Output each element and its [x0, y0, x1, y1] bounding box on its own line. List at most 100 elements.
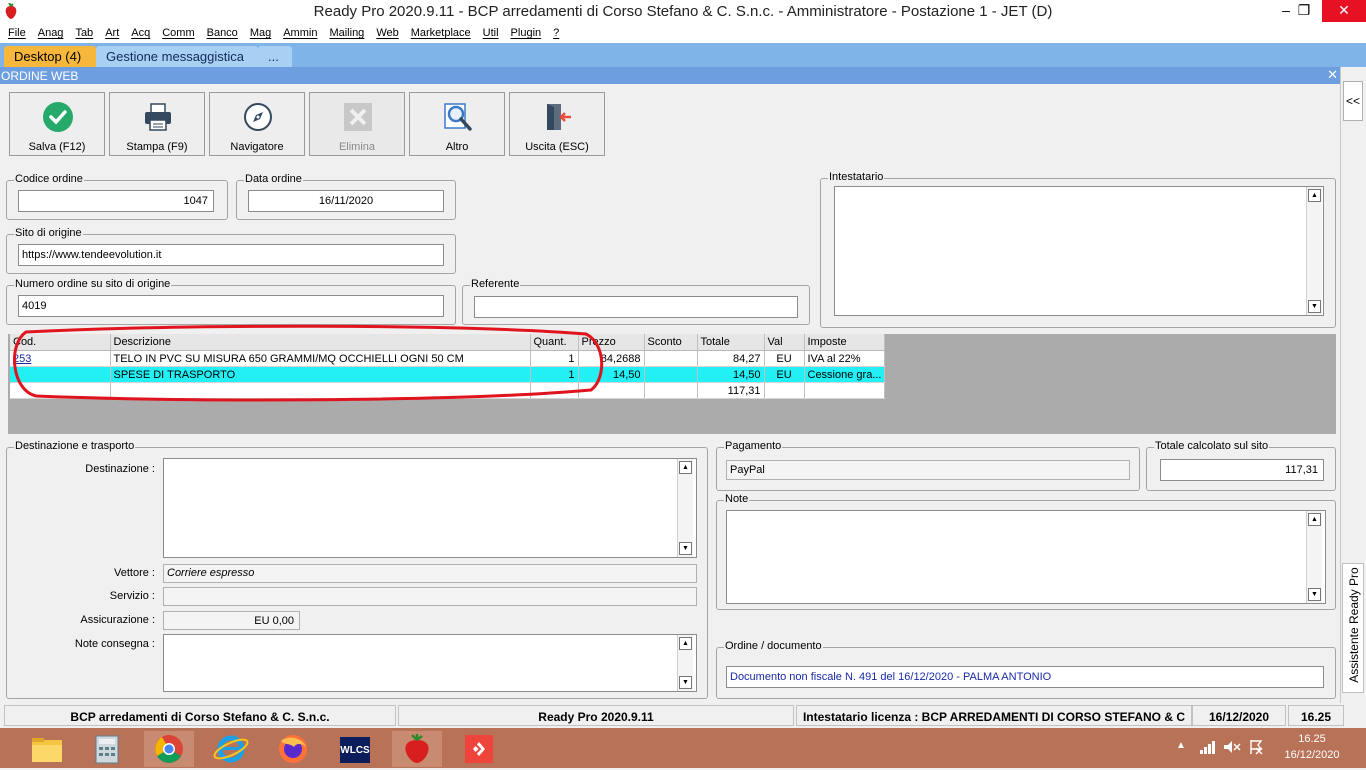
form-header: ORDINE WEB ✕ — [0, 67, 1340, 84]
file-explorer-taskbar-button[interactable] — [22, 731, 72, 767]
note-field[interactable] — [726, 510, 1326, 604]
internet-explorer-icon — [213, 735, 249, 763]
firefox-icon — [279, 735, 307, 763]
menu-ammin[interactable]: Ammin — [283, 24, 317, 39]
calculator-taskbar-button[interactable] — [82, 731, 132, 767]
note-consegna-field[interactable] — [163, 634, 697, 692]
folder-icon — [32, 738, 62, 762]
tab-desktop[interactable]: Desktop (4) — [4, 46, 96, 67]
menu-comm[interactable]: Comm — [162, 24, 194, 39]
menu-tab[interactable]: Tab — [75, 24, 93, 39]
cell-totale[interactable]: 84,27 — [697, 350, 765, 367]
tab-more[interactable]: ... — [258, 46, 292, 67]
search-document-icon — [444, 103, 472, 131]
exit-button[interactable]: Uscita (ESC) — [509, 92, 605, 156]
menu-web[interactable]: Web — [376, 24, 398, 39]
menu-help[interactable]: ? — [553, 24, 559, 39]
numero-ordine-field[interactable]: 4019 — [18, 295, 444, 317]
cell-sconto[interactable] — [644, 350, 698, 367]
print-button[interactable]: Stampa (F9) — [109, 92, 205, 156]
menu-art[interactable]: Art — [105, 24, 119, 39]
title-bar: Ready Pro 2020.9.11 - BCP arredamenti di… — [0, 0, 1366, 24]
other-button[interactable]: Altro — [409, 92, 505, 156]
save-label: Salva (F12) — [28, 141, 86, 153]
action-center-flag-icon[interactable] — [1248, 739, 1264, 755]
sito-origine-field[interactable]: https://www.tendeevolution.it — [18, 244, 444, 266]
col-header-val[interactable]: Val — [764, 334, 805, 351]
ordine-documento-field[interactable]: Documento non fiscale N. 491 del 16/12/2… — [726, 666, 1324, 688]
destinazione-trasporto-label: Destinazione e trasporto — [14, 440, 136, 452]
close-form-button[interactable]: ✕ — [1327, 67, 1338, 83]
cell-val[interactable]: EU — [764, 366, 805, 383]
vettore-field[interactable]: Corriere espresso — [163, 564, 697, 583]
assistente-tab[interactable]: Assistente Ready Pro — [1342, 563, 1364, 693]
tab-gestione-messaggistica[interactable]: Gestione messaggistica — [96, 46, 258, 67]
sito-origine-label: Sito di origine — [14, 227, 83, 239]
cell-sconto[interactable] — [644, 366, 698, 383]
print-label: Stampa (F9) — [126, 141, 188, 153]
taskbar: WLCS ▲ 16.25 16/12/2020 — [0, 728, 1366, 768]
delete-button[interactable]: Elimina — [309, 92, 405, 156]
taskbar-clock-time[interactable]: 16.25 — [1280, 733, 1344, 745]
network-signal-icon[interactable] — [1199, 740, 1217, 754]
scroll-up-arrow-icon[interactable]: ▲ — [679, 637, 692, 650]
data-ordine-field[interactable]: 16/11/2020 — [248, 190, 444, 212]
menu-plugin[interactable]: Plugin — [511, 24, 542, 39]
intestatario-scrollbar[interactable]: ▲ ▼ — [1306, 187, 1322, 315]
firefox-taskbar-button[interactable] — [268, 731, 318, 767]
menu-mailing[interactable]: Mailing — [329, 24, 364, 39]
maximize-button[interactable]: ❐ — [1284, 0, 1324, 22]
note-scrollbar[interactable]: ▲ ▼ — [1306, 511, 1322, 603]
totale-sito-field[interactable]: 117,31 — [1160, 459, 1324, 481]
show-hidden-icons-icon[interactable]: ▲ — [1176, 740, 1186, 751]
menu-util[interactable]: Util — [483, 24, 499, 39]
menu-mag[interactable]: Mag — [250, 24, 271, 39]
delete-x-icon — [344, 103, 372, 131]
note-consegna-scrollbar[interactable]: ▲ ▼ — [677, 635, 693, 691]
menu-acq[interactable]: Acq — [131, 24, 150, 39]
scroll-up-arrow-icon[interactable]: ▲ — [679, 461, 692, 474]
pagamento-field[interactable]: PayPal — [726, 460, 1130, 480]
speaker-muted-icon[interactable] — [1223, 740, 1241, 754]
cell-val[interactable]: EU — [764, 350, 805, 367]
scroll-down-arrow-icon[interactable]: ▼ — [1308, 300, 1321, 313]
pagamento-label: Pagamento — [724, 440, 783, 452]
destinazione-field[interactable] — [163, 458, 697, 558]
taskbar-clock-date[interactable]: 16/12/2020 — [1276, 749, 1348, 761]
cell-imposte[interactable]: IVA al 22% — [804, 350, 886, 367]
form-title: ORDINE WEB — [1, 69, 79, 83]
col-header-totale[interactable]: Totale — [697, 334, 765, 351]
menu-file[interactable]: File — [8, 24, 26, 39]
col-header-sconto[interactable]: Sconto — [644, 334, 698, 351]
codice-ordine-field[interactable]: 1047 — [18, 190, 214, 212]
cell-imposte[interactable]: Cessione gra... — [804, 366, 886, 383]
scroll-up-arrow-icon[interactable]: ▲ — [1308, 513, 1321, 526]
chrome-taskbar-button[interactable] — [144, 731, 194, 767]
anydesk-taskbar-button[interactable] — [454, 731, 504, 767]
exit-label: Uscita (ESC) — [525, 141, 589, 153]
navigator-button[interactable]: Navigatore — [209, 92, 305, 156]
internet-explorer-taskbar-button[interactable] — [206, 731, 256, 767]
status-date: 16/12/2020 — [1192, 705, 1286, 726]
wlcs-taskbar-button[interactable]: WLCS — [330, 731, 380, 767]
strawberry-icon — [405, 734, 429, 763]
assicurazione-field[interactable]: EU 0,00 — [163, 611, 300, 630]
scroll-up-arrow-icon[interactable]: ▲ — [1308, 189, 1321, 202]
referente-field[interactable] — [474, 296, 798, 318]
intestatario-field[interactable] — [834, 186, 1324, 316]
menu-anag[interactable]: Anag — [38, 24, 64, 39]
close-window-button[interactable]: ✕ — [1322, 0, 1366, 22]
scroll-down-arrow-icon[interactable]: ▼ — [679, 676, 692, 689]
collapse-panel-button[interactable]: << — [1343, 81, 1363, 121]
servizio-field[interactable] — [163, 587, 697, 606]
scroll-down-arrow-icon[interactable]: ▼ — [679, 542, 692, 555]
scroll-down-arrow-icon[interactable]: ▼ — [1308, 588, 1321, 601]
col-header-imposte[interactable]: Imposte — [804, 334, 886, 351]
ready-pro-taskbar-button[interactable] — [392, 731, 442, 767]
destinazione-scrollbar[interactable]: ▲ ▼ — [677, 459, 693, 557]
menu-marketplace[interactable]: Marketplace — [411, 24, 471, 39]
menu-banco[interactable]: Banco — [207, 24, 238, 39]
checkmark-icon — [43, 102, 73, 132]
cell-totale[interactable]: 14,50 — [697, 366, 765, 383]
save-button[interactable]: Salva (F12) — [9, 92, 105, 156]
